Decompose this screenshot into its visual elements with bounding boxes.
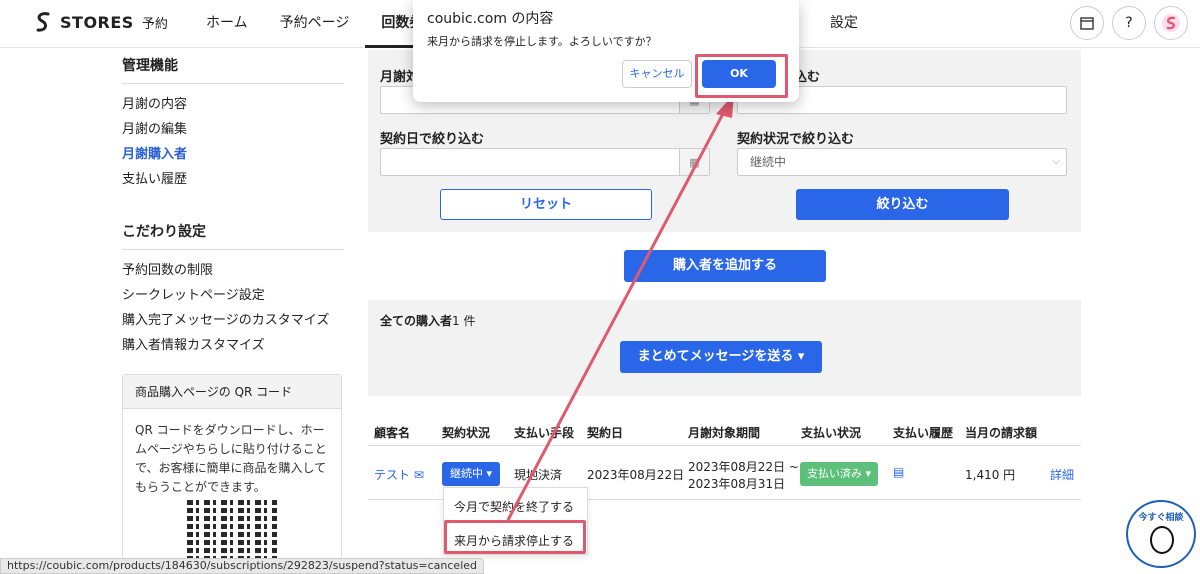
dialog-title: coubic.com の内容 (427, 11, 554, 27)
consult-label: 今すぐ相談 (1138, 513, 1184, 523)
ok-highlight (695, 54, 788, 98)
status-bar-url: https://coubic.com/products/184630/subsc… (0, 558, 485, 574)
operator-icon (1150, 526, 1174, 554)
dialog-message: 来月から請求を停止します。よろしいですか？ (427, 35, 657, 48)
consult-widget[interactable]: 今すぐ相談 (1126, 500, 1196, 568)
cancel-button[interactable]: キャンセル (622, 60, 692, 88)
